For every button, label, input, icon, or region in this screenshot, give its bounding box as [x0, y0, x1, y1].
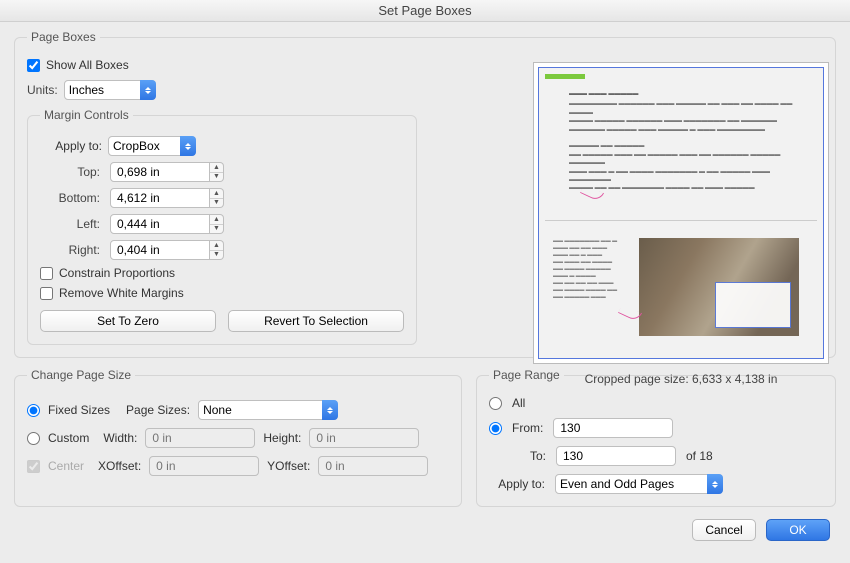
from-radio[interactable] [489, 422, 502, 435]
revert-to-selection-button[interactable]: Revert To Selection [228, 310, 404, 332]
cancel-button[interactable]: Cancel [692, 519, 756, 541]
range-apply-to-select[interactable]: Even and Odd Pages [555, 474, 723, 494]
preview-caption: Cropped page size: 6,633 x 4,138 in [533, 372, 829, 386]
right-input[interactable] [110, 240, 210, 260]
range-apply-to-label: Apply to: [489, 477, 545, 491]
fixed-sizes-label: Fixed Sizes [48, 403, 110, 417]
ok-button[interactable]: OK [766, 519, 830, 541]
to-label: To: [514, 449, 546, 463]
right-stepper[interactable]: ▲▼ [210, 240, 224, 260]
bottom-stepper[interactable]: ▲▼ [210, 188, 224, 208]
page-sizes-label: Page Sizes: [126, 403, 190, 417]
page-preview: ▬▬▬ ▬▬▬ ▬▬▬▬▬ ▬▬▬▬▬▬▬▬ ▬▬▬▬▬▬ ▬▬▬ ▬▬▬▬▬ … [533, 62, 829, 386]
center-label: Center [48, 459, 84, 473]
margin-controls-group: Margin Controls Apply to: CropBox Top: ▲ [27, 108, 417, 345]
xoffset-input[interactable] [149, 456, 259, 476]
left-label: Left: [40, 217, 102, 231]
of-pages-label: of 18 [686, 449, 713, 463]
all-pages-radio[interactable] [489, 397, 502, 410]
set-to-zero-button[interactable]: Set To Zero [40, 310, 216, 332]
from-label: From: [512, 421, 543, 435]
fixed-sizes-radio[interactable] [27, 404, 40, 417]
left-stepper[interactable]: ▲▼ [210, 214, 224, 234]
yoffset-label: YOffset: [267, 459, 310, 473]
bottom-input[interactable] [110, 188, 210, 208]
page-boxes-group: Page Boxes Show All Boxes Units: Inches … [14, 30, 836, 358]
width-label: Width: [103, 431, 137, 445]
page-sizes-select[interactable]: None [198, 400, 338, 420]
margin-controls-legend: Margin Controls [40, 108, 133, 122]
yoffset-input[interactable] [318, 456, 428, 476]
units-select[interactable]: Inches [64, 80, 156, 100]
remove-white-margins-label: Remove White Margins [59, 286, 184, 300]
right-label: Right: [40, 243, 102, 257]
custom-label: Custom [48, 431, 89, 445]
window-title: Set Page Boxes [0, 0, 850, 22]
left-input[interactable] [110, 214, 210, 234]
xoffset-label: XOffset: [98, 459, 141, 473]
show-all-boxes-checkbox[interactable] [27, 59, 40, 72]
height-label: Height: [263, 431, 301, 445]
change-page-size-legend: Change Page Size [27, 368, 135, 382]
page-range-group: Page Range All From: To: of 18 Apply to: [476, 368, 836, 507]
page-boxes-legend: Page Boxes [27, 30, 100, 44]
top-input[interactable] [110, 162, 210, 182]
show-all-boxes-label: Show All Boxes [46, 58, 129, 72]
top-label: Top: [40, 165, 102, 179]
height-input[interactable] [309, 428, 419, 448]
units-label: Units: [27, 83, 58, 97]
custom-radio[interactable] [27, 432, 40, 445]
remove-white-margins-checkbox[interactable] [40, 287, 53, 300]
constrain-proportions-checkbox[interactable] [40, 267, 53, 280]
to-input[interactable] [556, 446, 676, 466]
apply-to-label: Apply to: [40, 139, 102, 153]
top-stepper[interactable]: ▲▼ [210, 162, 224, 182]
bottom-label: Bottom: [40, 191, 102, 205]
constrain-proportions-label: Constrain Proportions [59, 266, 175, 280]
margin-apply-to-select[interactable]: CropBox [108, 136, 196, 156]
all-pages-label: All [512, 396, 525, 410]
center-checkbox[interactable] [27, 460, 40, 473]
width-input[interactable] [145, 428, 255, 448]
from-input[interactable] [553, 418, 673, 438]
change-page-size-group: Change Page Size Fixed Sizes Page Sizes:… [14, 368, 462, 507]
